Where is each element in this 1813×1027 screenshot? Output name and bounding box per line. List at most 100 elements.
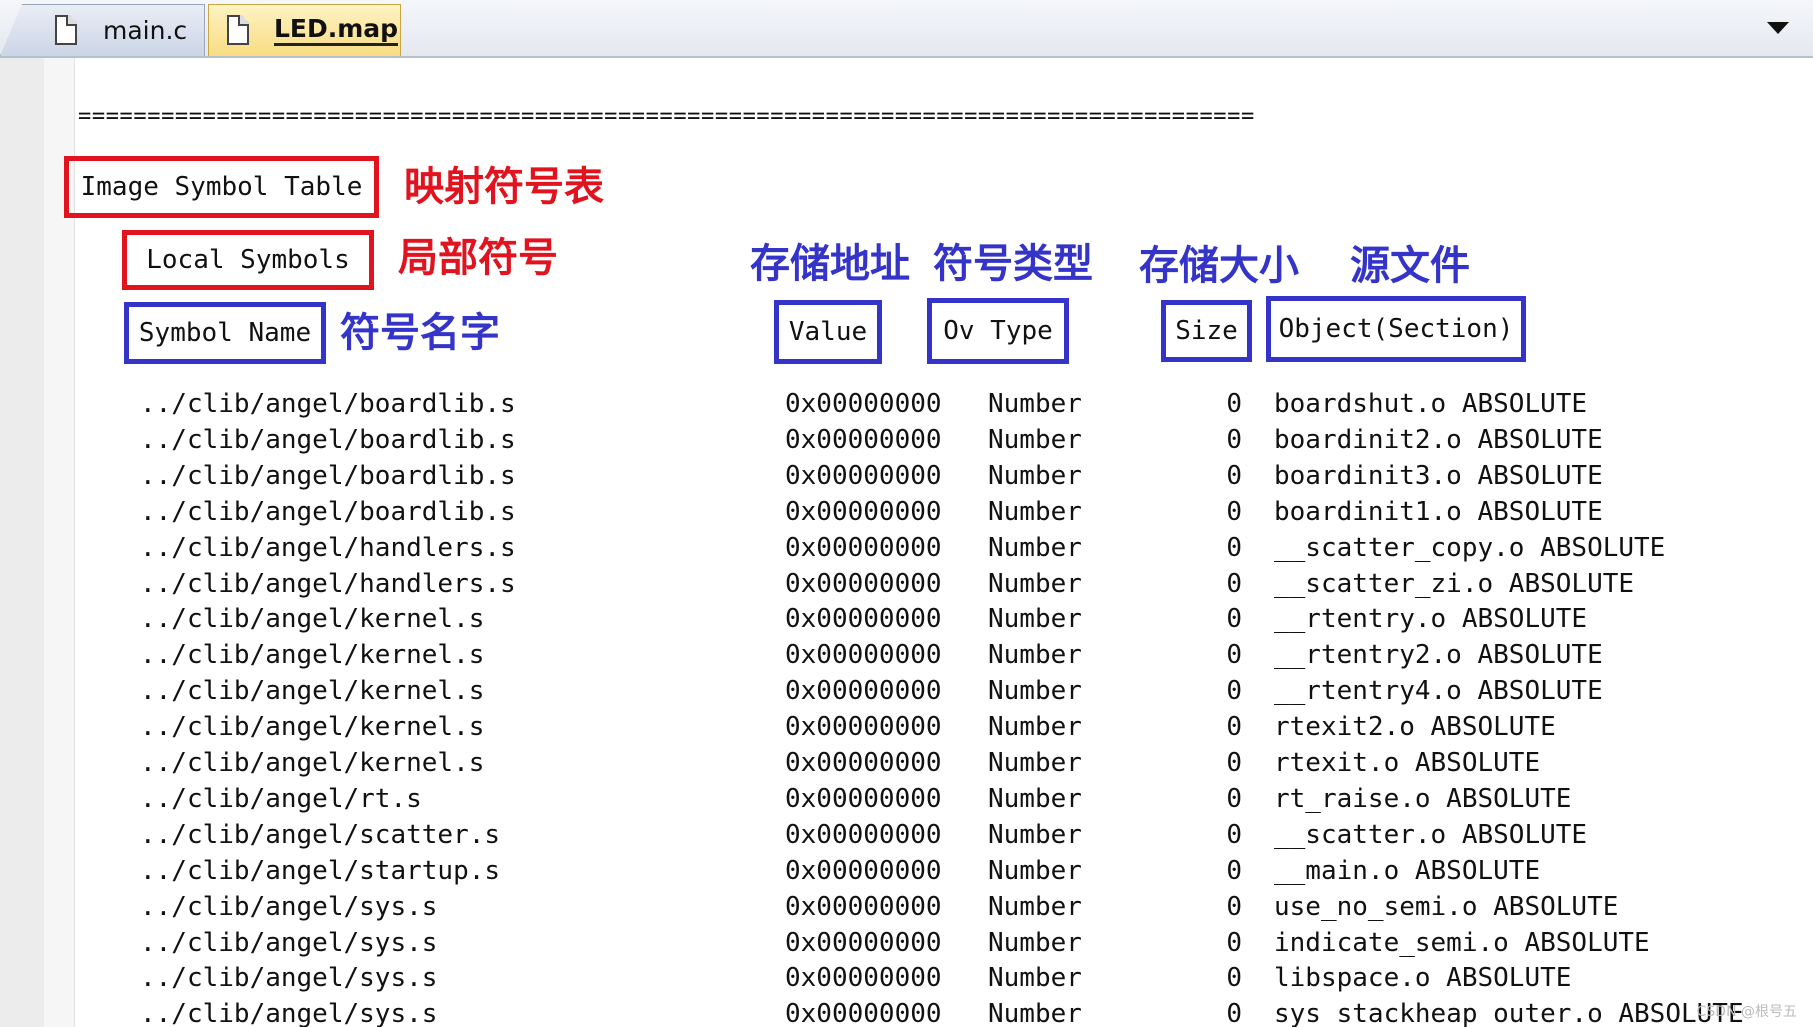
- symbol-name-cell: ../clib/angel/boardlib.s: [140, 460, 516, 491]
- watermark: CSDN @根号五: [1696, 1004, 1797, 1020]
- object-section-cell: boardshut.o ABSOLUTE: [1274, 389, 1588, 419]
- value-cell: 0x00000000: [785, 532, 942, 563]
- symbol-name-cell: ../clib/angel/kernel.s: [140, 748, 485, 778]
- object-section-cell: use_no_semi.o ABSOLUTE: [1274, 891, 1619, 922]
- value-header: Value: [774, 300, 882, 364]
- object-section-cell: rt_raise.o ABSOLUTE: [1274, 783, 1572, 814]
- table-row: ../clib/angel/kernel.s 0x00000000 Number 0 r…: [0, 709, 1813, 745]
- value-cell: 0x00000000: [785, 748, 942, 778]
- table-row: ../clib/angel/sys.s 0x00000000 Number 0 use_…: [0, 889, 1813, 925]
- editor-window: main.c LED.map =========================…: [0, 0, 1813, 1027]
- symbol-name-annotation: 符号名字: [340, 310, 500, 356]
- local-symbols-heading: Local Symbols: [122, 230, 374, 290]
- symbol-name-header: Symbol Name: [124, 302, 326, 364]
- object-section-cell: boardinit3.o ABSOLUTE: [1274, 460, 1603, 491]
- size-cell: 0: [1226, 640, 1242, 671]
- size-cell: 0: [1226, 389, 1242, 419]
- value-cell: 0x00000000: [785, 712, 942, 743]
- value-cell: 0x00000000: [785, 783, 942, 814]
- value-cell: 0x00000000: [785, 496, 942, 527]
- table-row: ../clib/angel/sys.s 0x00000000 Number 0 sys_…: [0, 996, 1813, 1027]
- object-section-cell: rtexit.o ABSOLUTE: [1274, 748, 1541, 778]
- value-cell: 0x00000000: [785, 963, 942, 994]
- size-cell: 0: [1226, 819, 1242, 850]
- ov-type-cell: Number: [988, 819, 1082, 850]
- tab-list-dropdown-icon[interactable]: [1767, 22, 1789, 34]
- value-annotation: 存储地址: [750, 241, 910, 287]
- table-row: ../clib/angel/kernel.s 0x00000000 Number 0 _…: [0, 673, 1813, 709]
- object-section-cell: __rtentry2.o ABSOLUTE: [1274, 640, 1603, 671]
- ov-type-cell: Number: [988, 783, 1082, 814]
- symbol-name-cell: ../clib/angel/scatter.s: [140, 819, 501, 850]
- tab-main-c[interactable]: main.c: [0, 4, 205, 56]
- object-section-cell: __scatter_zi.o ABSOLUTE: [1274, 568, 1635, 599]
- ov-type-cell: Number: [988, 389, 1082, 419]
- ov-type-cell: Number: [988, 855, 1082, 886]
- object-section-cell: __scatter_copy.o ABSOLUTE: [1274, 532, 1666, 563]
- symbol-name-cell: ../clib/angel/sys.s: [140, 963, 438, 994]
- object-section-cell: boardinit2.o ABSOLUTE: [1274, 424, 1603, 455]
- object-section-cell: indicate_semi.o ABSOLUTE: [1274, 927, 1650, 958]
- tab-label: main.c: [103, 16, 188, 45]
- symbol-name-cell: ../clib/angel/kernel.s: [140, 676, 485, 707]
- size-cell: 0: [1226, 712, 1242, 743]
- size-cell: 0: [1226, 532, 1242, 563]
- table-row: ../clib/angel/boardlib.s 0x00000000 Number…: [0, 386, 1813, 422]
- table-row: ../clib/angel/scatter.s 0x00000000 Number 0…: [0, 817, 1813, 853]
- size-header: Size: [1161, 300, 1252, 362]
- table-row: ../clib/angel/boardlib.s 0x00000000 Number…: [0, 422, 1813, 458]
- ov-type-cell: Number: [988, 532, 1082, 563]
- symbol-name-cell: ../clib/angel/kernel.s: [140, 604, 485, 635]
- size-cell: 0: [1226, 424, 1242, 455]
- symbol-name-cell: ../clib/angel/sys.s: [140, 999, 438, 1027]
- value-cell: 0x00000000: [785, 676, 942, 707]
- local-symbols-annotation: 局部符号: [398, 235, 558, 281]
- object-section-header: Object(Section): [1266, 296, 1526, 362]
- value-cell: 0x00000000: [785, 389, 942, 419]
- size-cell: 0: [1226, 748, 1242, 778]
- value-cell: 0x00000000: [785, 855, 942, 886]
- table-row: ../clib/angel/handlers.s 0x00000000 Number…: [0, 530, 1813, 566]
- ov-type-cell: Number: [988, 963, 1082, 994]
- ov-type-cell: Number: [988, 712, 1082, 743]
- size-cell: 0: [1226, 568, 1242, 599]
- ov-type-cell: Number: [988, 748, 1082, 778]
- tab-bar: main.c LED.map: [0, 0, 1813, 58]
- object-section-cell: __scatter.o ABSOLUTE: [1274, 819, 1588, 850]
- tab-led-map[interactable]: LED.map: [208, 4, 401, 56]
- symbol-name-cell: ../clib/angel/sys.s: [140, 927, 438, 958]
- ov-type-cell: Number: [988, 676, 1082, 707]
- object-section-cell: rtexit2.o ABSOLUTE: [1274, 712, 1556, 743]
- value-cell: 0x00000000: [785, 999, 942, 1027]
- size-cell: 0: [1226, 604, 1242, 635]
- object-section-cell: __rtentry4.o ABSOLUTE: [1274, 676, 1603, 707]
- value-cell: 0x00000000: [785, 640, 942, 671]
- symbol-name-cell: ../clib/angel/rt.s: [140, 783, 422, 814]
- table-row: ../clib/angel/sys.s 0x00000000 Number 0 indi…: [0, 925, 1813, 961]
- value-cell: 0x00000000: [785, 819, 942, 850]
- size-cell: 0: [1226, 927, 1242, 958]
- value-cell: 0x00000000: [785, 460, 942, 491]
- document-icon: [227, 15, 249, 45]
- table-row: ../clib/angel/sys.s 0x00000000 Number 0 libs…: [0, 960, 1813, 996]
- size-cell: 0: [1226, 963, 1242, 994]
- value-cell: 0x00000000: [785, 568, 942, 599]
- symbol-name-cell: ../clib/angel/kernel.s: [140, 640, 485, 671]
- symbol-name-cell: ../clib/angel/handlers.s: [140, 568, 516, 599]
- object-section-cell: boardinit1.o ABSOLUTE: [1274, 496, 1603, 527]
- size-cell: 0: [1226, 460, 1242, 491]
- ov-type-annotation: 符号类型: [933, 241, 1093, 287]
- symbol-name-cell: ../clib/angel/startup.s: [140, 855, 501, 886]
- object-section-cell: libspace.o ABSOLUTE: [1274, 963, 1572, 994]
- ov-type-cell: Number: [988, 640, 1082, 671]
- symbol-name-cell: ../clib/angel/sys.s: [140, 891, 438, 922]
- tab-label: LED.map: [274, 15, 399, 46]
- ov-type-cell: Number: [988, 927, 1082, 958]
- size-annotation: 存储大小: [1139, 243, 1299, 289]
- symbol-name-cell: ../clib/angel/boardlib.s: [140, 389, 516, 419]
- object-section-annotation: 源文件: [1350, 243, 1470, 289]
- object-section-cell: sys_stackheap_outer.o ABSOLUTE: [1274, 999, 1744, 1027]
- ov-type-cell: Number: [988, 496, 1082, 527]
- object-section-cell: __main.o ABSOLUTE: [1274, 855, 1541, 886]
- table-row: ../clib/angel/boardlib.s 0x00000000 Number…: [0, 458, 1813, 494]
